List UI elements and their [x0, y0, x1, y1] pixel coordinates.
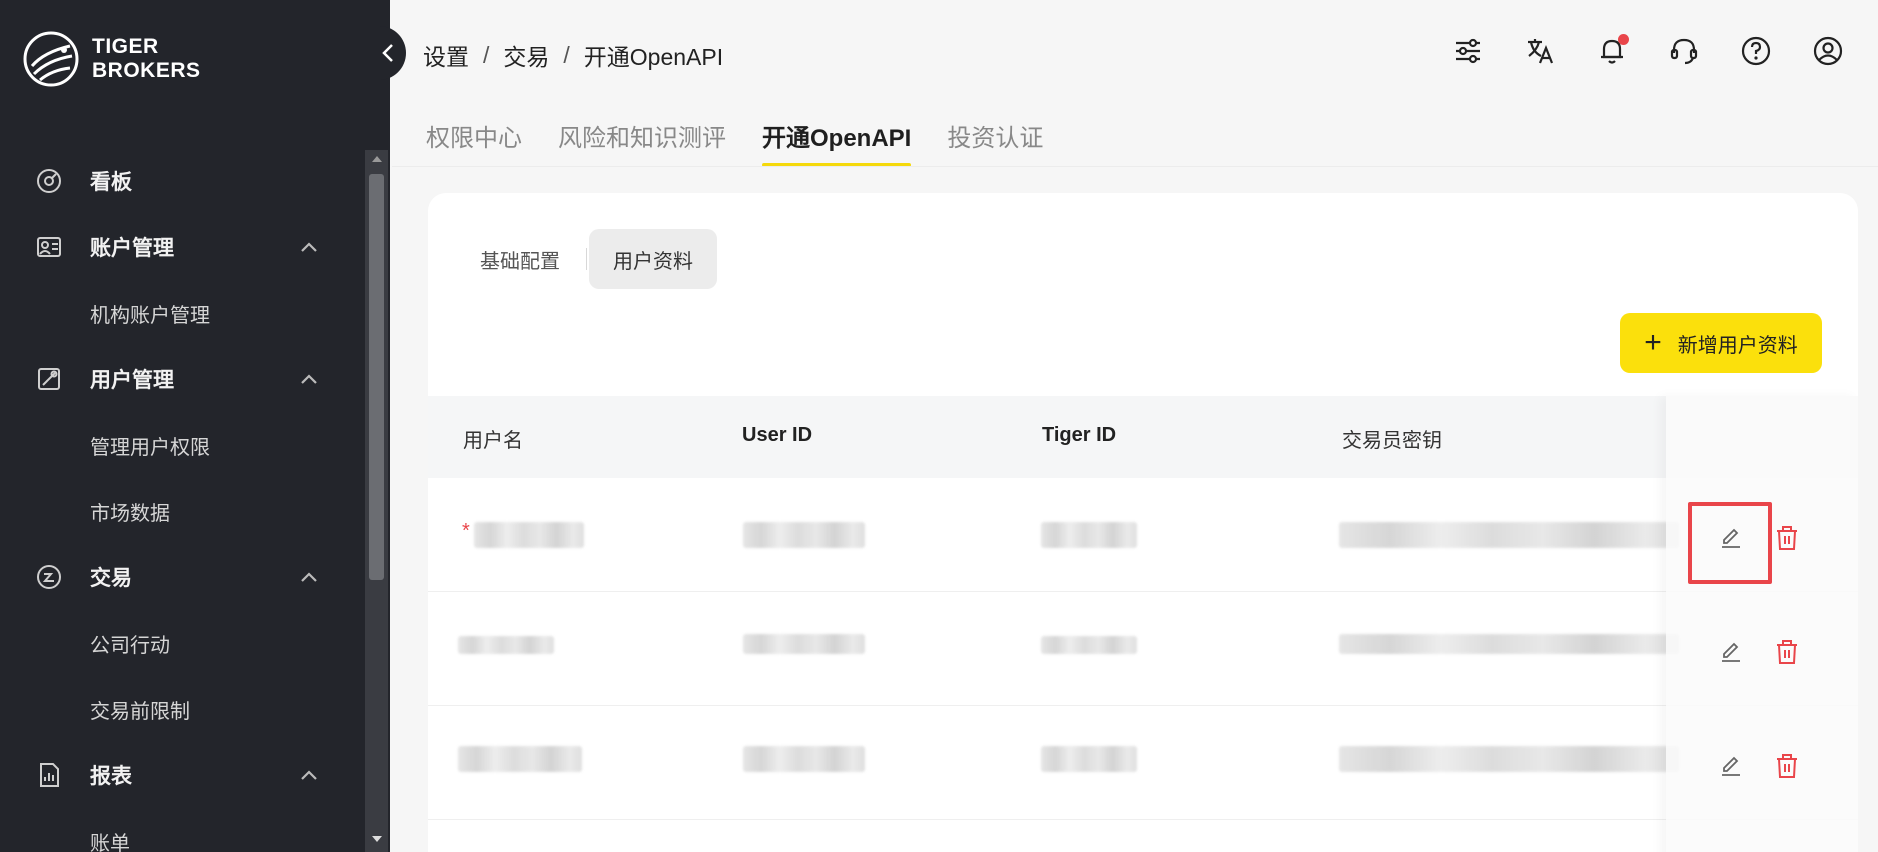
segmented-control: 基础配置 用户资料	[456, 229, 717, 289]
report-icon	[40, 763, 59, 787]
plus-icon: +	[1644, 326, 1662, 359]
table-row	[428, 592, 1858, 706]
breadcrumb-separator: /	[483, 41, 490, 68]
sidebar-subitem-label: 交易前限制	[90, 700, 190, 723]
sidebar-item-corporate-actions[interactable]: 公司行动	[0, 618, 360, 668]
tiger-brokers-logo[interactable]: TIGER BROKERS	[22, 30, 201, 88]
sidebar-subitem-label: 账单	[90, 832, 130, 852]
table-header: 用户名 User ID Tiger ID 交易员密钥	[428, 396, 1858, 478]
tab-investor-certification[interactable]: 投资认证	[947, 118, 1043, 165]
redacted-username	[458, 746, 582, 772]
sliders-icon[interactable]	[1450, 33, 1486, 69]
add-user-profile-button[interactable]: + 新增用户资料	[1620, 313, 1822, 373]
trade-icon	[37, 565, 61, 589]
notification-dot	[1618, 34, 1629, 45]
breadcrumb-item-trade[interactable]: 交易	[503, 38, 549, 72]
brand-line2: BROKERS	[92, 59, 201, 82]
sidebar-item-reports[interactable]: 报表	[0, 750, 360, 800]
scroll-up-arrow-icon[interactable]	[365, 154, 388, 168]
headset-icon[interactable]	[1666, 33, 1702, 69]
sidebar-item-user-management[interactable]: 用户管理	[0, 354, 360, 404]
chevron-up-icon[interactable]	[300, 767, 318, 783]
breadcrumb-item-settings[interactable]: 设置	[423, 38, 469, 72]
sidebar: TIGER BROKERS 看板 账户管理 机构账户管理 用户管理 管理用户权限…	[0, 0, 390, 852]
user-icon[interactable]	[1810, 33, 1846, 69]
delete-icon[interactable]	[1772, 751, 1802, 781]
sidebar-item-market-data[interactable]: 市场数据	[0, 486, 360, 536]
user-settings-icon	[38, 368, 60, 390]
content-card: 基础配置 用户资料 + 新增用户资料 用户名 User ID Tiger ID …	[428, 193, 1858, 852]
chevron-up-icon[interactable]	[300, 569, 318, 585]
chevron-left-icon	[382, 44, 393, 62]
column-header-tiger-id: Tiger ID	[1042, 424, 1117, 446]
segment-divider	[586, 248, 587, 270]
scrollbar-thumb[interactable]	[369, 174, 384, 580]
required-asterisk: *	[462, 520, 470, 542]
edit-icon[interactable]	[1716, 637, 1746, 667]
tabs-divider	[392, 166, 1878, 167]
sidebar-subitem-label: 管理用户权限	[90, 436, 210, 459]
redacted-user-id	[743, 634, 865, 654]
table-row	[428, 706, 1858, 820]
sidebar-item-user-permissions[interactable]: 管理用户权限	[0, 420, 360, 470]
sidebar-item-institution-accounts[interactable]: 机构账户管理	[0, 288, 360, 338]
translate-icon[interactable]	[1522, 33, 1558, 69]
breadcrumb-item-current: 开通OpenAPI	[583, 44, 724, 70]
chevron-up-icon[interactable]	[300, 371, 318, 387]
sidebar-item-trade[interactable]: 交易	[0, 552, 360, 602]
header-toolbar	[1450, 33, 1846, 69]
brand-line1: TIGER	[92, 35, 159, 58]
column-header-user-id: User ID	[742, 424, 813, 446]
redacted-user-id	[743, 522, 865, 548]
sidebar-subitem-label: 机构账户管理	[90, 304, 210, 327]
tab-risk-assessment[interactable]: 风险和知识测评	[558, 118, 726, 165]
add-button-label: 新增用户资料	[1677, 334, 1798, 357]
redacted-username	[474, 522, 584, 548]
dashboard-icon	[37, 169, 61, 193]
redacted-tiger-id	[1041, 522, 1137, 548]
segment-user-profiles[interactable]: 用户资料	[589, 229, 717, 289]
segment-basic-config[interactable]: 基础配置	[456, 229, 584, 289]
delete-icon[interactable]	[1772, 637, 1802, 667]
scroll-down-arrow-icon[interactable]	[365, 834, 388, 848]
sidebar-item-label: 用户管理	[90, 369, 174, 392]
sidebar-item-label: 看板	[90, 171, 132, 194]
redacted-username	[458, 636, 554, 654]
sidebar-item-account-management[interactable]: 账户管理	[0, 222, 360, 272]
sidebar-scrollbar[interactable]	[365, 150, 388, 852]
sidebar-item-label: 报表	[90, 765, 132, 788]
account-card-icon	[37, 237, 61, 257]
edit-icon[interactable]	[1716, 523, 1746, 553]
redacted-trader-key	[1339, 634, 1679, 654]
sidebar-subitem-label: 市场数据	[90, 502, 170, 525]
tiger-logo-icon	[23, 31, 79, 87]
breadcrumb: 设置 / 交易 / 开通OpenAPI	[423, 38, 723, 72]
tab-open-api[interactable]: 开通OpenAPI	[762, 118, 912, 167]
redacted-tiger-id	[1041, 746, 1137, 772]
sidebar-item-label: 账户管理	[90, 237, 174, 260]
actions-column	[1666, 396, 1858, 852]
sidebar-item-pre-trade-limits[interactable]: 交易前限制	[0, 684, 360, 734]
bell-icon[interactable]	[1594, 33, 1630, 69]
sidebar-item-dashboard[interactable]: 看板	[0, 156, 360, 206]
help-icon[interactable]	[1738, 33, 1774, 69]
redacted-trader-key	[1339, 522, 1679, 548]
column-header-trader-key: 交易员密钥	[1342, 430, 1442, 452]
breadcrumb-separator: /	[563, 41, 570, 68]
sidebar-item-statements[interactable]: 账单	[0, 816, 360, 852]
column-header-username: 用户名	[463, 430, 523, 452]
delete-icon[interactable]	[1772, 523, 1802, 553]
sidebar-subitem-label: 公司行动	[90, 634, 170, 657]
tab-permissions-center[interactable]: 权限中心	[426, 118, 522, 165]
redacted-user-id	[743, 746, 865, 772]
page-tabs: 权限中心 风险和知识测评 开通OpenAPI 投资认证	[426, 118, 1079, 167]
table-row: *	[428, 478, 1858, 592]
chevron-up-icon[interactable]	[300, 239, 318, 255]
sidebar-item-label: 交易	[90, 567, 132, 590]
redacted-tiger-id	[1041, 636, 1137, 654]
redacted-trader-key	[1339, 746, 1679, 772]
collapse-sidebar-button[interactable]	[370, 26, 406, 80]
edit-icon[interactable]	[1716, 751, 1746, 781]
